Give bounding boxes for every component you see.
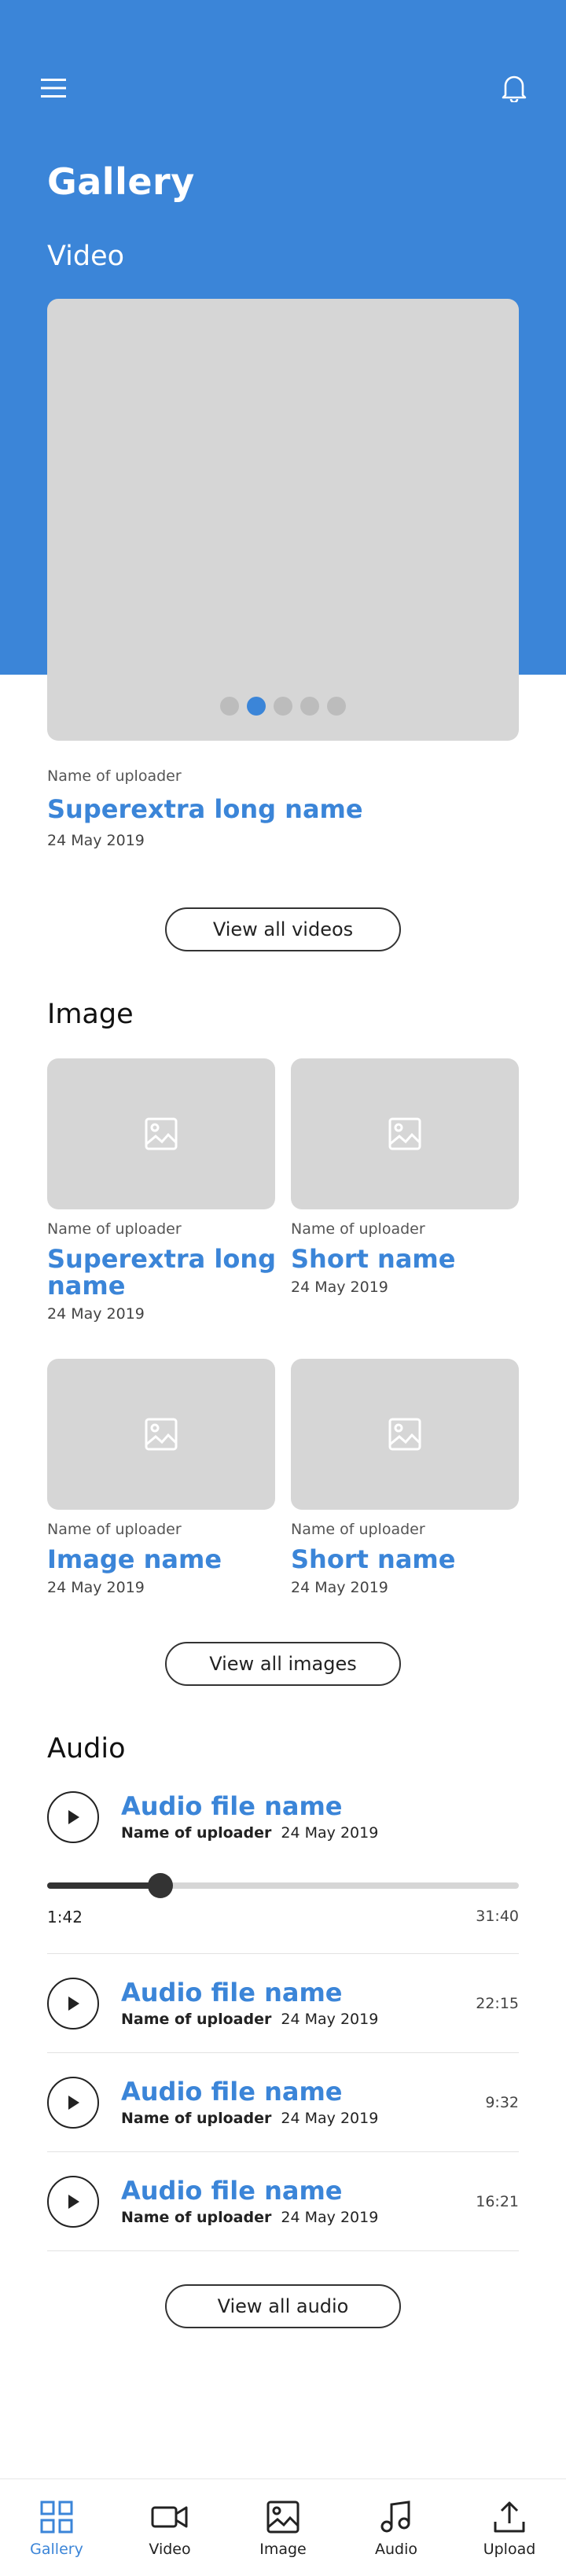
view-all-audio-button[interactable]: View all audio xyxy=(165,2284,401,2328)
audio-list-item[interactable]: Audio file name Name of uploader 24 May … xyxy=(47,2077,519,2132)
video-player[interactable] xyxy=(47,299,519,741)
bell-icon[interactable] xyxy=(491,64,538,112)
image-date: 24 May 2019 xyxy=(291,1579,388,1596)
audio-current-time: 1:42 xyxy=(47,1908,83,1926)
image-date: 24 May 2019 xyxy=(291,1279,388,1296)
bottom-navigation: Gallery Video Image Audio Upload xyxy=(0,2478,566,2576)
view-all-images-button[interactable]: View all images xyxy=(165,1642,401,1686)
audio-list-item[interactable]: Audio file name Name of uploader 24 May … xyxy=(47,2176,519,2231)
hamburger-icon[interactable] xyxy=(30,64,77,112)
uploader-label: Name of uploader xyxy=(291,1521,425,1538)
audio-duration: 22:15 xyxy=(476,1995,519,2012)
image-icon xyxy=(266,2501,300,2534)
uploader-label: Name of uploader xyxy=(47,767,182,785)
audio-list-item[interactable]: Audio file name Name of uploader 24 May … xyxy=(47,1978,519,2033)
play-icon xyxy=(68,2096,79,2110)
image-placeholder-icon xyxy=(388,1418,421,1451)
carousel-dot[interactable] xyxy=(220,697,239,716)
image-placeholder-icon xyxy=(145,1117,178,1150)
image-placeholder-icon xyxy=(388,1117,421,1150)
top-bar xyxy=(0,0,566,173)
uploader-label: Name of uploader xyxy=(47,1521,182,1538)
nav-label: Upload xyxy=(483,2541,536,2558)
audio-date: 24 May 2019 xyxy=(281,2011,379,2028)
audio-uploader: Name of uploader xyxy=(121,1824,272,1842)
divider xyxy=(47,2250,519,2251)
carousel-dot[interactable] xyxy=(300,697,319,716)
view-all-videos-button[interactable]: View all videos xyxy=(165,907,401,951)
play-button[interactable] xyxy=(47,2077,99,2129)
image-meta: Name of uploader Short name 24 May 2019 xyxy=(291,1220,527,1296)
carousel-dots xyxy=(47,697,519,716)
nav-item-video[interactable]: Video xyxy=(113,2479,226,2576)
audio-progress-fill xyxy=(47,1882,160,1889)
audio-date: 24 May 2019 xyxy=(281,2209,379,2226)
play-button[interactable] xyxy=(47,1978,99,2030)
image-title-link[interactable]: Short name xyxy=(291,1546,527,1573)
image-meta: Name of uploader Superextra long name 24… xyxy=(47,1220,283,1323)
audio-date: 24 May 2019 xyxy=(281,2110,379,2127)
carousel-dot-active[interactable] xyxy=(247,697,266,716)
audio-progress-bar[interactable] xyxy=(47,1873,519,1898)
video-date: 24 May 2019 xyxy=(47,832,145,849)
image-date: 24 May 2019 xyxy=(47,1305,145,1323)
uploader-label: Name of uploader xyxy=(47,1220,182,1238)
play-button[interactable] xyxy=(47,1791,99,1843)
audio-now-playing: Audio file name Name of uploader 24 May … xyxy=(47,1791,519,1846)
play-icon xyxy=(68,2195,79,2209)
audio-total-time: 31:40 xyxy=(476,1908,519,1925)
upload-icon xyxy=(494,2501,525,2533)
video-meta: Name of uploader Superextra long name 24… xyxy=(47,767,519,849)
divider xyxy=(47,2151,519,2152)
play-icon xyxy=(68,1996,79,2011)
image-thumbnail[interactable] xyxy=(47,1359,275,1510)
carousel-dot[interactable] xyxy=(274,697,292,716)
play-icon xyxy=(68,1810,79,1824)
video-camera-icon xyxy=(151,2506,188,2528)
image-date: 24 May 2019 xyxy=(47,1579,145,1596)
nav-label: Video xyxy=(149,2541,191,2558)
video-title-link[interactable]: Superextra long name xyxy=(47,794,519,824)
image-thumbnail[interactable] xyxy=(47,1058,275,1209)
nav-label: Gallery xyxy=(30,2541,83,2558)
image-meta: Name of uploader Image name 24 May 2019 xyxy=(47,1521,283,1596)
audio-uploader: Name of uploader xyxy=(121,2209,272,2226)
image-title-link[interactable]: Image name xyxy=(47,1546,283,1573)
audio-title-link[interactable]: Audio file name xyxy=(121,1791,343,1821)
audio-title-link[interactable]: Audio file name xyxy=(121,1978,343,2007)
audio-section-title: Audio xyxy=(47,1733,126,1765)
music-note-icon xyxy=(380,2501,410,2533)
image-title-link[interactable]: Superextra long name xyxy=(47,1246,283,1299)
divider xyxy=(47,2052,519,2053)
nav-item-image[interactable]: Image xyxy=(226,2479,340,2576)
nav-item-upload[interactable]: Upload xyxy=(453,2479,566,2576)
audio-uploader: Name of uploader xyxy=(121,2110,272,2127)
nav-item-audio[interactable]: Audio xyxy=(340,2479,453,2576)
play-button[interactable] xyxy=(47,2176,99,2228)
audio-title-link[interactable]: Audio file name xyxy=(121,2077,343,2107)
audio-date: 24 May 2019 xyxy=(281,1824,379,1842)
image-meta: Name of uploader Short name 24 May 2019 xyxy=(291,1521,527,1596)
image-thumbnail[interactable] xyxy=(291,1058,519,1209)
audio-uploader: Name of uploader xyxy=(121,2011,272,2028)
image-thumbnail[interactable] xyxy=(291,1359,519,1510)
carousel-dot[interactable] xyxy=(327,697,346,716)
uploader-label: Name of uploader xyxy=(291,1220,425,1238)
nav-label: Audio xyxy=(374,2541,417,2558)
image-title-link[interactable]: Short name xyxy=(291,1246,527,1272)
page-title: Gallery xyxy=(47,160,195,203)
audio-title-link[interactable]: Audio file name xyxy=(121,2176,343,2206)
audio-scrubber-handle[interactable] xyxy=(148,1873,173,1898)
image-placeholder-icon xyxy=(145,1418,178,1451)
audio-duration: 9:32 xyxy=(485,2094,519,2111)
nav-label: Image xyxy=(259,2541,307,2558)
audio-duration: 16:21 xyxy=(476,2193,519,2210)
image-section-title: Image xyxy=(47,999,134,1030)
grid-icon xyxy=(40,2501,73,2534)
video-section-title: Video xyxy=(47,241,125,272)
nav-item-gallery[interactable]: Gallery xyxy=(0,2479,113,2576)
divider xyxy=(47,1953,519,1954)
